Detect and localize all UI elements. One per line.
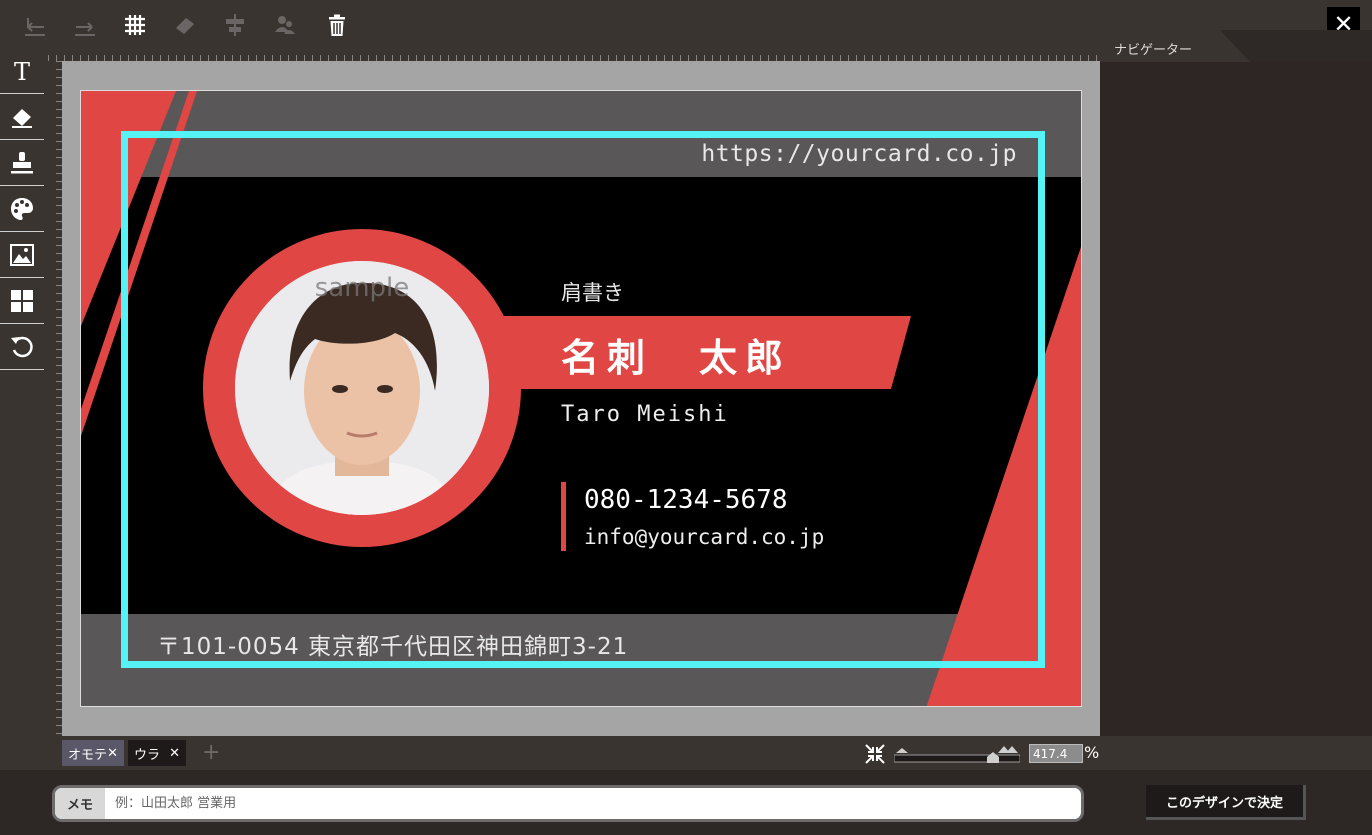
memo-field: メモ bbox=[52, 785, 1084, 822]
group-icon[interactable] bbox=[270, 10, 300, 40]
card-editor: ✕ T https://yourcard.co.jp sample 肩書き 名刺… bbox=[0, 0, 1372, 835]
stamp-tool-icon[interactable] bbox=[0, 140, 44, 186]
tab-front[interactable]: オモテ ✕ bbox=[62, 740, 124, 766]
fit-to-screen-icon[interactable] bbox=[864, 743, 886, 765]
confirm-design-button[interactable]: このデザインで決定 bbox=[1146, 785, 1306, 820]
tab-back[interactable]: ウラ ✕ bbox=[128, 740, 186, 766]
layout-tool-icon[interactable] bbox=[0, 278, 44, 324]
shape-tool-icon[interactable] bbox=[0, 94, 44, 140]
zoom-value-field[interactable]: 417.4 bbox=[1029, 744, 1083, 763]
navigator-label: ナビゲーター bbox=[1114, 43, 1193, 58]
memo-input[interactable] bbox=[105, 788, 1079, 819]
eraser-icon[interactable] bbox=[170, 10, 200, 40]
vertical-ruler bbox=[48, 61, 62, 736]
add-page-button[interactable]: + bbox=[202, 740, 220, 765]
svg-text:T: T bbox=[14, 58, 30, 84]
close-icon[interactable]: ✕ bbox=[107, 746, 118, 761]
text-tool-icon[interactable]: T bbox=[0, 48, 44, 94]
business-card[interactable]: https://yourcard.co.jp sample 肩書き 名刺 太郎 … bbox=[80, 90, 1082, 707]
design-canvas[interactable]: https://yourcard.co.jp sample 肩書き 名刺 太郎 … bbox=[62, 61, 1100, 736]
navigator-panel: ナビゲーター bbox=[1100, 30, 1372, 736]
horizontal-ruler bbox=[48, 48, 1100, 61]
reset-tool-icon[interactable] bbox=[0, 324, 44, 370]
zoom-slider-handle bbox=[987, 752, 999, 763]
page-bar: オモテ ✕ ウラ ✕ + 417.4 % bbox=[0, 736, 1372, 770]
safe-area-guide bbox=[121, 131, 1045, 668]
palette-tool-icon[interactable] bbox=[0, 186, 44, 232]
memo-label: メモ bbox=[55, 788, 105, 819]
undo-icon[interactable] bbox=[20, 10, 50, 40]
close-icon[interactable]: ✕ bbox=[169, 746, 180, 761]
footer-bar: メモ このデザインで決定 bbox=[0, 770, 1372, 835]
image-tool-icon[interactable] bbox=[0, 232, 44, 278]
left-toolbar: T bbox=[0, 48, 44, 370]
align-icon[interactable] bbox=[220, 10, 250, 40]
tab-back-label: ウラ bbox=[134, 747, 161, 763]
tab-front-label: オモテ bbox=[68, 747, 108, 763]
trash-icon[interactable] bbox=[322, 10, 352, 40]
redo-icon[interactable] bbox=[70, 10, 100, 40]
zoom-unit: % bbox=[1084, 743, 1100, 762]
navigator-body bbox=[1100, 62, 1372, 736]
grid-icon[interactable] bbox=[120, 10, 150, 40]
zoom-slider[interactable] bbox=[894, 745, 1020, 763]
